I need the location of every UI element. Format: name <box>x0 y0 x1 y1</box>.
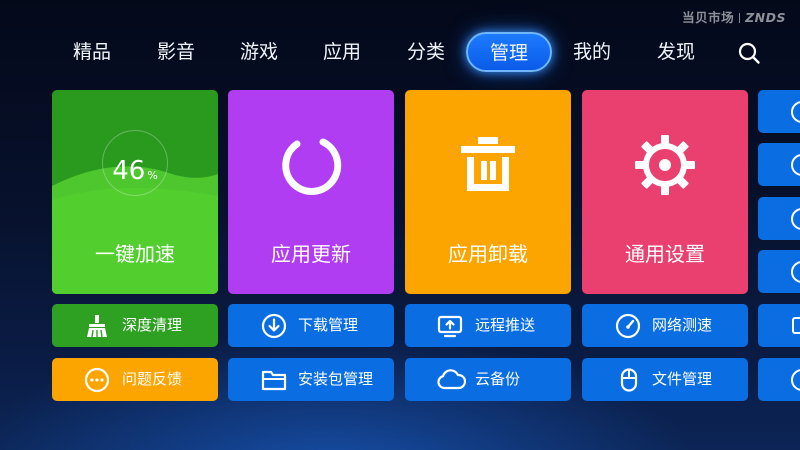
feedback-label: 问题反馈 <box>122 370 183 388</box>
speed-boost-tile[interactable]: 46% 一键加速 <box>52 90 218 294</box>
search-icon[interactable] <box>737 41 761 65</box>
watermark: 当贝市场 ZNDS <box>682 7 786 26</box>
nav-tab-games[interactable]: 游戏 <box>233 30 285 74</box>
app-update-label: 应用更新 <box>271 242 351 266</box>
deep-clean-label: 深度清理 <box>122 316 183 334</box>
refresh-icon <box>282 138 342 195</box>
speed-boost-label: 一键加速 <box>95 242 175 266</box>
watermark-brand: 当贝市场 <box>682 10 735 25</box>
watermark-site: ZNDS <box>745 10 786 25</box>
folder-icon <box>261 370 287 391</box>
partial-circle-icon <box>791 369 800 391</box>
partial-screen-icon <box>792 317 800 334</box>
general-settings-tile[interactable]: 通用设置 <box>582 90 748 294</box>
deep-clean-button[interactable]: 深度清理 <box>52 304 218 347</box>
nav-tab-manage[interactable]: 管理 <box>466 32 552 72</box>
file-manager-label: 文件管理 <box>652 370 713 388</box>
trash-icon <box>461 137 515 191</box>
network-speed-button[interactable]: 网络测速 <box>582 304 748 347</box>
speed-percent: 46% <box>52 156 218 186</box>
nav-tab-discover[interactable]: 发现 <box>650 30 702 74</box>
remote-push-label: 远程推送 <box>475 316 536 334</box>
chat-dots-icon <box>84 367 110 393</box>
broom-icon <box>87 315 107 338</box>
file-manager-button[interactable]: 文件管理 <box>582 358 748 401</box>
speed-percent-unit: % <box>147 169 158 182</box>
side-item-3[interactable] <box>758 197 800 240</box>
partial-circle-icon <box>791 101 800 123</box>
nav-tab-categories[interactable]: 分类 <box>400 30 452 74</box>
gear-icon <box>635 135 695 195</box>
network-speed-label: 网络测速 <box>652 316 713 334</box>
side-item-5[interactable] <box>758 304 800 347</box>
general-settings-label: 通用设置 <box>625 242 705 266</box>
nav-tab-mine[interactable]: 我的 <box>566 30 618 74</box>
partial-circle-icon <box>791 154 800 176</box>
side-item-4[interactable] <box>758 250 800 293</box>
cloud-icon <box>437 369 466 390</box>
app-update-tile[interactable]: 应用更新 <box>228 90 394 294</box>
speedometer-icon <box>615 313 641 339</box>
side-item-2[interactable] <box>758 143 800 186</box>
side-item-6[interactable] <box>758 358 800 401</box>
mouse-icon <box>620 368 638 392</box>
speed-percent-value: 46 <box>112 156 146 186</box>
nav-tab-media[interactable]: 影音 <box>150 30 202 74</box>
download-manager-label: 下载管理 <box>298 316 359 334</box>
side-item-1[interactable] <box>758 90 800 133</box>
feedback-button[interactable]: 问题反馈 <box>52 358 218 401</box>
app-uninstall-tile[interactable]: 应用卸载 <box>405 90 571 294</box>
monitor-upload-icon <box>437 315 463 338</box>
nav-tab-apps[interactable]: 应用 <box>316 30 368 74</box>
package-manager-button[interactable]: 安装包管理 <box>228 358 394 401</box>
cloud-backup-label: 云备份 <box>475 370 521 388</box>
top-nav: 精品 影音 游戏 应用 分类 管理 我的 发现 <box>0 30 800 74</box>
app-uninstall-label: 应用卸载 <box>448 242 528 266</box>
package-manager-label: 安装包管理 <box>298 370 374 388</box>
cloud-backup-button[interactable]: 云备份 <box>405 358 571 401</box>
download-icon <box>261 313 287 339</box>
remote-push-button[interactable]: 远程推送 <box>405 304 571 347</box>
partial-circle-icon <box>791 261 800 283</box>
nav-tab-featured[interactable]: 精品 <box>66 30 118 74</box>
partial-circle-icon <box>791 208 800 230</box>
download-manager-button[interactable]: 下载管理 <box>228 304 394 347</box>
